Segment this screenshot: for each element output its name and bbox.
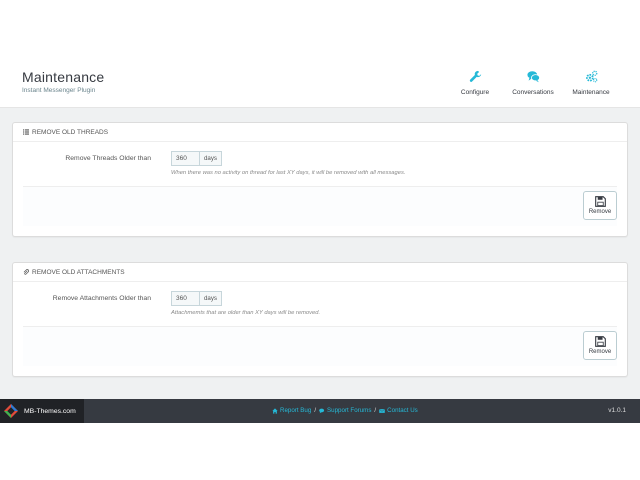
threads-age-input[interactable] — [171, 151, 199, 166]
remove-threads-button[interactable]: Remove — [583, 191, 617, 220]
main-content: REMOVE OLD THREADS Remove Threads Older … — [0, 108, 640, 399]
list-icon — [23, 129, 29, 135]
home-icon — [272, 407, 278, 414]
page-title: Maintenance — [22, 69, 105, 85]
maintenance-label: Maintenance — [572, 89, 610, 96]
save-icon — [594, 196, 606, 207]
save-icon — [594, 336, 606, 347]
conversations-label: Conversations — [512, 89, 554, 96]
panel-footer: Remove — [23, 326, 617, 366]
panel-heading-text: REMOVE OLD ATTACHMENTS — [32, 268, 125, 276]
panel-heading-text: REMOVE OLD THREADS — [32, 128, 109, 136]
contact-us-label: Contact Us — [387, 407, 418, 414]
page-subtitle: Instant Messenger Plugin — [22, 87, 96, 94]
cogs-icon — [585, 70, 597, 83]
threads-age-group: days — [171, 151, 222, 166]
top-blank-area — [0, 0, 640, 56]
days-addon: days — [199, 291, 222, 306]
remove-attachments-panel: REMOVE OLD ATTACHMENTS Remove Attachment… — [12, 262, 628, 377]
configure-button[interactable]: Configure — [448, 70, 502, 96]
configure-label: Configure — [460, 89, 490, 96]
mb-themes-logo-icon — [4, 404, 18, 418]
attachments-age-input[interactable] — [171, 291, 199, 306]
maintenance-button[interactable]: Maintenance — [564, 70, 618, 96]
toolbar: Configure Conversations Maintenance — [448, 70, 618, 96]
panel-heading: REMOVE OLD THREADS — [13, 123, 627, 142]
panel-footer: Remove — [23, 186, 617, 226]
attachments-age-group: days — [171, 291, 222, 306]
remove-attachments-button[interactable]: Remove — [583, 331, 617, 360]
paperclip-icon — [23, 269, 29, 275]
version-label: v1.0.1 — [608, 407, 626, 414]
page-footer: MB-Themes.com Report Bug / Support Forum… — [0, 399, 640, 423]
remove-button-label: Remove — [588, 209, 612, 215]
threads-age-label: Remove Threads Older than — [65, 155, 151, 162]
support-forums-label: Support Forums — [327, 407, 372, 414]
attachments-age-label: Remove Attachments Older than — [52, 295, 151, 302]
brand-name: MB-Themes.com — [24, 407, 76, 415]
wrench-icon — [469, 70, 481, 82]
footer-links: Report Bug / Support Forums / Contact Us — [272, 407, 418, 414]
chat-bubbles-icon — [526, 71, 540, 83]
support-forums-link[interactable]: Support Forums — [319, 407, 371, 414]
page-header: Maintenance Instant Messenger Plugin Con… — [0, 56, 640, 108]
threads-help-text: When there was no activity on thread for… — [171, 170, 406, 176]
days-addon: days — [199, 151, 222, 166]
remove-threads-panel: REMOVE OLD THREADS Remove Threads Older … — [12, 122, 628, 237]
envelope-icon — [379, 408, 386, 413]
comments-icon — [319, 408, 325, 413]
conversations-button[interactable]: Conversations — [506, 70, 560, 96]
report-bug-label: Report Bug — [280, 407, 312, 414]
form-row: Remove Threads Older than days When ther… — [13, 142, 627, 186]
footer-separator: / — [314, 407, 317, 414]
form-row: Remove Attachments Older than days Attac… — [13, 282, 627, 326]
contact-us-link[interactable]: Contact Us — [379, 407, 418, 414]
brand[interactable]: MB-Themes.com — [0, 399, 84, 423]
attachments-help-text: Attachmemts that are older than XY days … — [171, 310, 321, 316]
footer-separator: / — [374, 407, 377, 414]
remove-button-label: Remove — [588, 349, 612, 355]
panel-heading: REMOVE OLD ATTACHMENTS — [13, 263, 627, 282]
report-bug-link[interactable]: Report Bug — [272, 407, 311, 414]
